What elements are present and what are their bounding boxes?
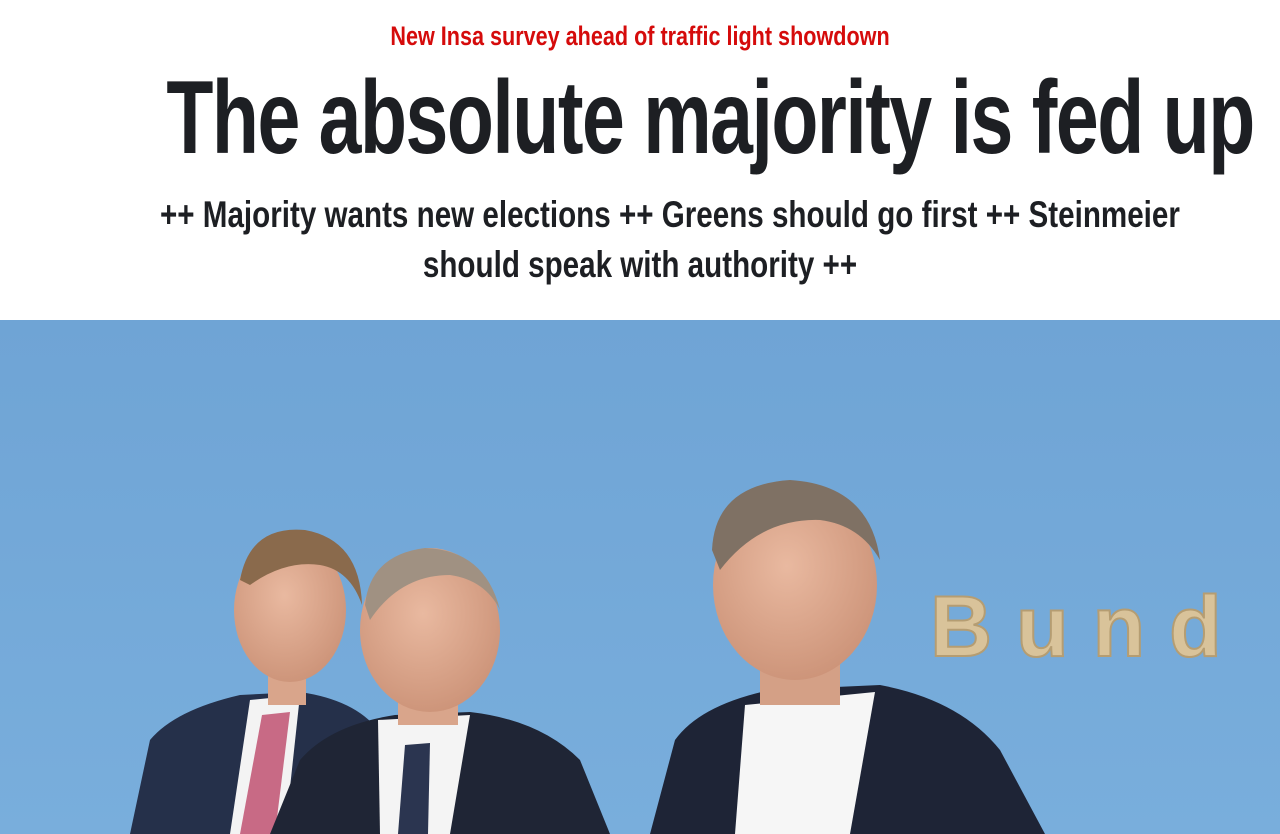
article-page: New Insa survey ahead of traffic light s…: [0, 0, 1280, 834]
article-subline-line-2: should speak with authority ++: [422, 244, 858, 285]
article-header: New Insa survey ahead of traffic light s…: [0, 0, 1280, 320]
wall-lettering-text: Bund: [930, 579, 1246, 675]
article-subline: ++ Majority wants new elections ++ Green…: [40, 190, 1240, 290]
article-headline[interactable]: The absolute majority is fed up: [166, 58, 1255, 178]
article-kicker[interactable]: New Insa survey ahead of traffic light s…: [128, 16, 1152, 56]
article-subline-line-1: ++ Majority wants new elections ++ Green…: [160, 194, 1180, 235]
article-hero-image[interactable]: Bund: [0, 320, 1280, 834]
wall-lettering: Bund: [929, 578, 1246, 676]
hero-photo-illustration: Bund: [0, 320, 1280, 834]
